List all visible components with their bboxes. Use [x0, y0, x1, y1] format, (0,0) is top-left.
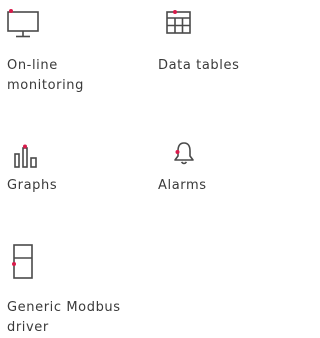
bell-icon [172, 140, 196, 166]
feature-data-tables[interactable]: Data tables [158, 8, 244, 78]
feature-online-monitoring[interactable]: On-line monitoring [7, 8, 117, 100]
feature-alarms[interactable]: Alarms [158, 138, 238, 198]
feature-label: Generic Modbus driver [7, 300, 121, 335]
feature-generic-modbus-driver[interactable]: Generic Modbus driver [7, 244, 137, 336]
feature-graphs[interactable]: Graphs [7, 138, 87, 198]
device-icon [11, 244, 35, 280]
feature-label: Alarms [158, 178, 207, 193]
monitor-icon [7, 8, 39, 38]
feature-label: Data tables [158, 58, 240, 73]
table-icon [166, 10, 192, 36]
feature-label: On-line monitoring [7, 58, 84, 93]
feature-label: Graphs [7, 178, 58, 193]
bar-chart-icon [14, 144, 38, 168]
